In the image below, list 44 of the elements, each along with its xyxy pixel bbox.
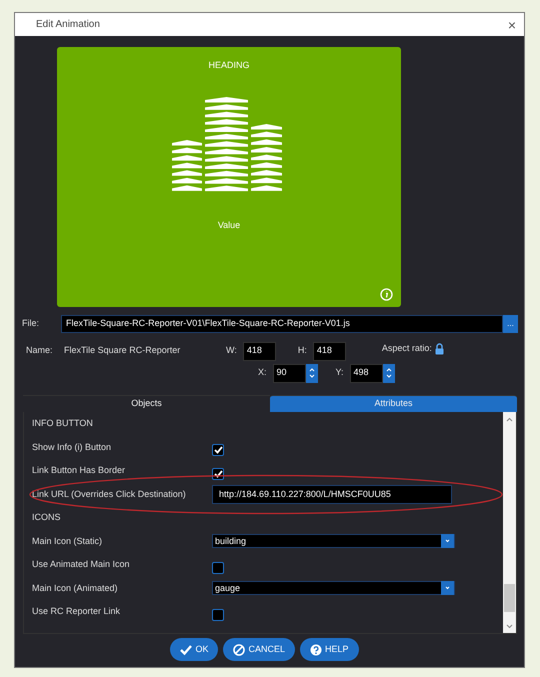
url-field[interactable]: http://184.69.110.227:800/L/HMSCF0UU85 [212,484,452,504]
section-heading: INFO BUTTON [32,417,94,430]
checkbox[interactable] [212,562,224,574]
property-label: Main Icon (Animated) [32,582,119,595]
lock-icon[interactable] [434,343,444,355]
number-field[interactable]: 418 [312,342,346,360]
browse-button[interactable]: ... [503,315,518,333]
info-icon[interactable] [380,288,393,301]
tab[interactable]: Attributes [270,395,517,412]
field-label: File: [22,317,40,330]
close-button[interactable]: × [508,18,516,32]
dropdown[interactable]: gauge [212,581,455,596]
file-path-field[interactable]: FlexTile-Square-RC-Reporter-V01\FlexTile-Square-RC-Reporter-V01.js [61,315,503,333]
scrollbar[interactable] [503,412,516,633]
section-heading: ICONS [32,511,62,524]
aspect-ratio-label: Aspect ratio: [382,342,432,356]
field-label: H: [298,344,307,358]
tile-heading: HEADING [208,59,250,72]
property-label: Use RC Reporter Link [32,605,122,618]
property-label: Show Info (i) Button [32,440,112,454]
caret-icon [441,534,454,548]
ok-button[interactable]: OK [170,638,218,661]
property-label: Link URL (Overrides Click Destination) [32,488,187,501]
number-field[interactable]: 418 [242,342,276,360]
help-icon [310,644,322,656]
help-button[interactable]: HELP [300,638,359,661]
field-label: Name: [26,344,54,358]
check-icon [180,644,192,656]
checkbox[interactable] [212,468,224,480]
checkbox[interactable] [212,444,224,456]
property-label: Link Button Has Border [32,464,126,477]
dropdown[interactable]: building [212,534,455,548]
field-label: Y: [336,366,344,380]
checkbox[interactable] [212,608,224,621]
property-label: Main Icon (Static) [32,534,104,548]
field-label: X: [258,366,267,380]
cancel-button[interactable]: CANCEL [223,638,295,661]
cancel-icon [233,644,246,656]
name-value: FlexTile Square RC-Reporter [64,344,182,358]
window-title: Edit Animation [36,18,100,32]
property-label: Use Animated Main Icon [32,558,131,571]
tile-value: Value [218,218,240,232]
caret-icon [441,581,454,596]
field-label: W: [226,344,237,358]
